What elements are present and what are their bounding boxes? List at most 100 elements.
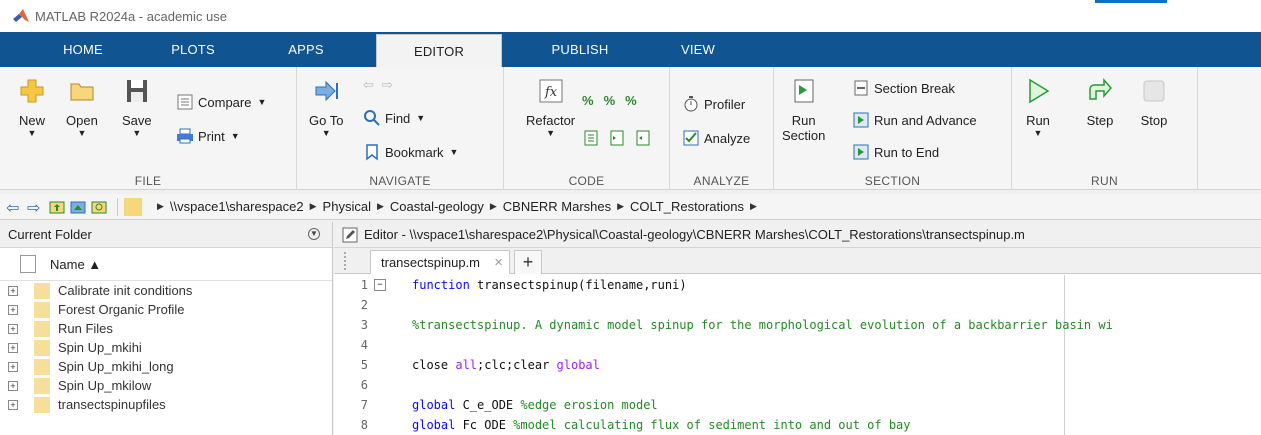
analyze-button[interactable]: Analyze — [682, 129, 750, 147]
save-button[interactable]: Save ▼ — [122, 77, 152, 138]
back-arrow-icon[interactable]: ⇦ — [6, 198, 24, 217]
step-button[interactable]: Step — [1086, 77, 1114, 128]
breadcrumb-item[interactable]: Physical — [323, 199, 371, 214]
goto-button[interactable]: Go To ▼ — [309, 77, 343, 138]
list-item[interactable]: + Calibrate init conditions — [0, 281, 332, 300]
profiler-button[interactable]: Profiler — [682, 95, 745, 113]
refactor-button[interactable]: fx Refactor ▼ — [526, 77, 575, 138]
expand-icon[interactable]: + — [8, 361, 18, 372]
open-button[interactable]: Open ▼ — [66, 77, 98, 138]
expand-icon[interactable]: + — [8, 285, 18, 296]
code-text: global C_e_ODE %edge erosion model — [412, 398, 658, 412]
code-line[interactable]: 1− function transectspinup(filename,runi) — [334, 275, 1261, 295]
expand-icon[interactable]: + — [8, 342, 18, 353]
compare-button[interactable]: Compare ▼ — [176, 93, 266, 111]
run-and-advance-button[interactable]: Run and Advance — [852, 111, 977, 129]
fold-icon[interactable]: − — [374, 279, 386, 291]
list-item[interactable]: + Spin Up_mkilow — [0, 376, 332, 395]
list-item[interactable]: + transectspinupfiles — [0, 395, 332, 414]
back-forward-buttons[interactable]: ⇦ ⇨ — [363, 77, 393, 93]
name-column-header[interactable]: Name ▲ — [0, 248, 332, 281]
list-item[interactable]: + Spin Up_mkihi — [0, 338, 332, 357]
close-icon[interactable]: ✕ — [494, 256, 503, 269]
stop-icon — [1143, 80, 1165, 102]
toolstrip: New ▼ Open ▼ Save ▼ Compare ▼ Print ▼ FI… — [0, 67, 1261, 190]
name-column-label: Name ▲ — [50, 256, 102, 272]
browse-folder-icon[interactable] — [69, 198, 87, 216]
increase-indent-icon[interactable] — [608, 129, 626, 147]
expand-icon[interactable]: + — [8, 304, 18, 315]
tab-transectspinup[interactable]: transectspinup.m ✕ — [370, 250, 510, 274]
folder-name: Forest Organic Profile — [58, 302, 185, 317]
indent-buttons — [582, 129, 656, 147]
stop-button[interactable]: Stop — [1140, 77, 1168, 128]
run-section-button[interactable]: Run Section — [782, 77, 825, 143]
code-line[interactable]: 3 %transectspinup. A dynamic model spinup… — [334, 315, 1261, 335]
code-line[interactable]: 5 close all;clc;clear global — [334, 355, 1261, 375]
print-button[interactable]: Print ▼ — [176, 127, 240, 145]
editor-title-bar: Editor - \\vspace1\sharespace2\Physical\… — [334, 222, 1261, 248]
breadcrumb-item[interactable]: \\vspace1\sharespace2 — [170, 199, 304, 214]
list-item[interactable]: + Forest Organic Profile — [0, 300, 332, 319]
search-icon — [364, 110, 380, 126]
breadcrumb-item[interactable]: CBNERR Marshes — [503, 199, 611, 214]
run-group-label: RUN — [1091, 174, 1118, 188]
breadcrumb-item[interactable]: Coastal-geology — [390, 199, 484, 214]
tab-publish[interactable]: PUBLISH — [540, 32, 620, 67]
breadcrumb-item[interactable]: COLT_Restorations — [630, 199, 744, 214]
folder-name: transectspinupfiles — [58, 397, 166, 412]
tab-apps[interactable]: APPS — [276, 32, 336, 67]
code-group-label: CODE — [568, 174, 605, 188]
forward-arrow-icon[interactable]: ⇨ — [27, 198, 45, 217]
code-line[interactable]: 2 — [334, 295, 1261, 315]
wrap-comment-icon[interactable]: % — [625, 93, 637, 108]
comment-icon[interactable]: % — [582, 93, 594, 108]
code-line[interactable]: 8 global Fc ODE %model calculating flux o… — [334, 415, 1261, 435]
list-item[interactable]: + Run Files — [0, 319, 332, 338]
code-text: global Fc ODE %model calculating flux of… — [412, 418, 911, 432]
code-line[interactable]: 4 — [334, 335, 1261, 355]
back-arrow-icon[interactable]: ⇦ — [363, 77, 374, 93]
section-break-button[interactable]: Section Break — [852, 79, 955, 97]
code-line[interactable]: 6 — [334, 375, 1261, 395]
new-tab-button[interactable]: + — [514, 250, 542, 274]
address-bar: ⇦ ⇨ ▶ \\vspace1\sharespace2 ▶ Physical ▶… — [0, 194, 1261, 220]
tab-home[interactable]: HOME — [40, 32, 126, 67]
expand-icon[interactable]: + — [8, 380, 18, 391]
search-folder-icon[interactable] — [90, 198, 108, 216]
folder-name: Spin Up_mkihi_long — [58, 359, 174, 374]
bookmark-button[interactable]: Bookmark ▼ — [363, 143, 458, 161]
run-button[interactable]: Run ▼ — [1024, 77, 1052, 138]
tab-editor[interactable]: EDITOR — [376, 34, 502, 67]
run-to-end-button[interactable]: Run to End — [852, 143, 939, 161]
new-label: New — [18, 113, 45, 128]
chevron-right-icon[interactable]: ▶ — [750, 201, 757, 212]
list-item[interactable]: + Spin Up_mkihi_long — [0, 357, 332, 376]
line-number: 4 — [360, 338, 368, 352]
find-button[interactable]: Find ▼ — [363, 109, 425, 127]
expand-icon[interactable]: + — [8, 323, 18, 334]
print-label: Print — [198, 128, 225, 144]
tab-plots[interactable]: PLOTS — [158, 32, 228, 67]
expand-icon[interactable]: + — [8, 399, 18, 410]
up-folder-icon[interactable] — [48, 198, 66, 216]
code-area[interactable]: 1− function transectspinup(filename,runi)… — [334, 275, 1261, 435]
tab-view[interactable]: VIEW — [668, 32, 728, 67]
chevron-right-icon: ▶ — [157, 201, 164, 211]
new-button[interactable]: New ▼ — [18, 77, 46, 138]
comment-buttons: % % % — [582, 93, 637, 108]
code-line[interactable]: 7 global C_e_ODE %edge erosion model — [334, 395, 1261, 415]
editor-title: Editor - \\vspace1\sharespace2\Physical\… — [364, 227, 1025, 242]
breadcrumb: ▶ \\vspace1\sharespace2 ▶ Physical ▶ Coa… — [151, 199, 763, 214]
decrease-indent-icon[interactable] — [634, 129, 652, 147]
forward-arrow-icon[interactable]: ⇨ — [382, 77, 393, 93]
current-folder-title-bar: Current Folder ▼ — [0, 222, 332, 248]
stop-label: Stop — [1140, 113, 1168, 128]
goto-arrow-icon — [315, 80, 339, 102]
drag-handle-icon[interactable] — [344, 252, 347, 270]
uncomment-icon[interactable]: % — [604, 93, 616, 108]
panel-options-icon[interactable]: ▼ — [308, 228, 320, 240]
smart-indent-icon[interactable] — [582, 129, 600, 147]
